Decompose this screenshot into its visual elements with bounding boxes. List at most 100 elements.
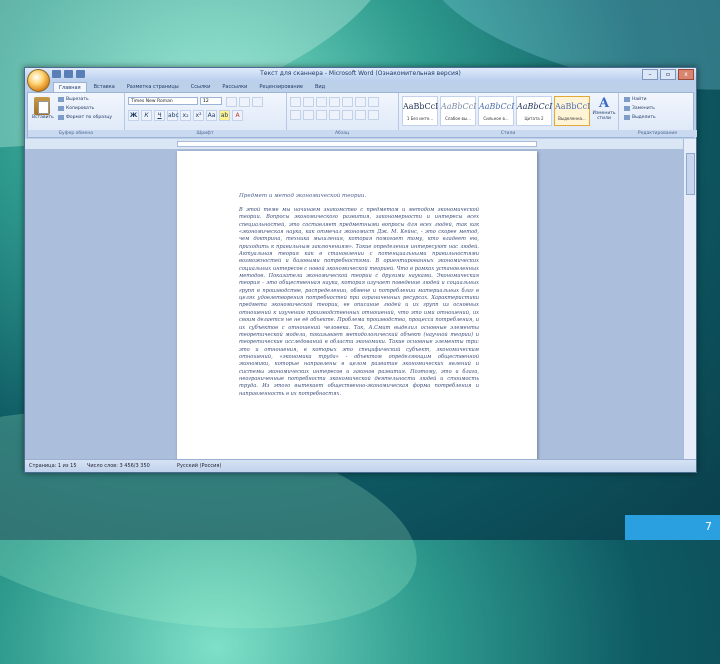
underline-button[interactable]: Ч <box>154 110 165 121</box>
style-intense-quote[interactable]: AaBbCcI Выделенна... <box>554 96 590 126</box>
replace-icon <box>624 106 630 111</box>
binoculars-icon <box>624 97 630 102</box>
cut-label: Вырезать <box>66 97 89 102</box>
editing-group: Найти Заменить Выделить Редактирование <box>618 93 697 137</box>
tab-view[interactable]: Вид <box>310 82 330 92</box>
format-painter-button[interactable]: Формат по образцу <box>58 115 112 120</box>
change-styles-icon: A <box>598 96 610 111</box>
font-size-buttons <box>226 97 263 107</box>
find-button[interactable]: Найти <box>624 97 647 102</box>
close-button[interactable]: x <box>678 69 694 80</box>
style-sample: AaBbCcI <box>479 102 515 111</box>
bold-button[interactable]: Ж <box>128 110 139 121</box>
italic-button[interactable]: К <box>141 110 152 121</box>
clipboard-group-label: Буфер обмена <box>28 130 124 137</box>
change-styles-label: Изменить стили <box>592 111 616 121</box>
list-buttons <box>290 97 379 107</box>
window-controls: – ▫ x <box>642 69 694 80</box>
brush-icon <box>58 115 64 120</box>
multilevel-list-icon[interactable] <box>316 97 327 107</box>
style-sample: AaBbCcI <box>517 102 553 111</box>
font-name-box[interactable]: Times New Roman <box>128 97 198 105</box>
style-no-spacing[interactable]: AaBbCcI 1 Без инте... <box>402 96 438 126</box>
superscript-button[interactable]: x² <box>193 110 204 121</box>
paste-icon <box>34 97 50 115</box>
tab-page-layout[interactable]: Разметка страницы <box>122 82 184 92</box>
highlight-button[interactable]: ab <box>219 110 230 121</box>
line-spacing-icon[interactable] <box>342 110 353 120</box>
paragraph-group-label: Абзац <box>286 130 398 137</box>
tab-references[interactable]: Ссылки <box>186 82 216 92</box>
ribbon-tabs: Главная Вставка Разметка страницы Ссылки… <box>53 82 330 93</box>
tab-mailings[interactable]: Рассылки <box>217 82 252 92</box>
word-count[interactable]: Число слов: 3 456/3 350 <box>87 463 150 469</box>
style-intense-emphasis[interactable]: AaBbCcI Сильное в... <box>478 96 514 126</box>
window-title: Текст для сканнера - Microsoft Word (Озн… <box>260 70 461 77</box>
find-label: Найти <box>632 97 647 102</box>
copy-button[interactable]: Копировать <box>58 106 94 111</box>
change-case-button[interactable]: Aa <box>206 110 217 121</box>
font-size-box[interactable]: 12 <box>200 97 222 105</box>
change-styles-button[interactable]: A Изменить стили <box>592 96 616 121</box>
style-sample: AaBbCcI <box>555 102 591 111</box>
shrink-font-icon[interactable] <box>239 97 250 107</box>
ruler-scale <box>177 141 537 147</box>
paragraph-group: Абзац <box>286 93 399 137</box>
bullets-icon[interactable] <box>290 97 301 107</box>
align-buttons <box>290 110 379 120</box>
style-name: Сильное в... <box>483 116 509 121</box>
grow-font-icon[interactable] <box>226 97 237 107</box>
document-page[interactable]: Предмет и метод экономической теории. В … <box>177 151 537 463</box>
justify-icon[interactable] <box>329 110 340 120</box>
slide-number: 7 <box>625 515 720 540</box>
style-subtle-emphasis[interactable]: AaBbCcI Слабое вы... <box>440 96 476 126</box>
scroll-thumb[interactable] <box>686 153 695 195</box>
font-color-button[interactable]: A <box>232 110 243 121</box>
select-label: Выделить <box>632 115 656 120</box>
scissors-icon <box>58 97 64 102</box>
copy-icon <box>58 106 64 111</box>
title-bar: Текст для сканнера - Microsoft Word (Озн… <box>25 68 696 81</box>
cut-button[interactable]: Вырезать <box>58 97 89 102</box>
font-group-label: Шрифт <box>124 130 286 137</box>
minimize-button[interactable]: – <box>642 69 658 80</box>
select-button[interactable]: Выделить <box>624 115 656 120</box>
subscript-button[interactable]: x₂ <box>180 110 191 121</box>
borders-icon[interactable] <box>368 110 379 120</box>
styles-group-label: Стили <box>398 130 618 137</box>
horizontal-ruler[interactable] <box>25 139 696 149</box>
style-sample: AaBbCcI <box>441 102 477 111</box>
copy-label: Копировать <box>66 106 95 111</box>
style-name: 1 Без инте... <box>406 116 434 121</box>
clipboard-group: Вставить Вырезать Копировать Формат по о… <box>28 93 125 137</box>
status-bar: Страница: 1 из 15 Число слов: 3 456/3 35… <box>25 459 696 472</box>
office-button[interactable] <box>27 69 50 92</box>
clear-format-icon[interactable] <box>252 97 263 107</box>
language[interactable]: Русский (Россия) <box>177 463 221 469</box>
format-painter-label: Формат по образцу <box>66 115 113 120</box>
shading-icon[interactable] <box>355 110 366 120</box>
style-name: Цитата 2 <box>524 116 544 121</box>
align-left-icon[interactable] <box>290 110 301 120</box>
maximize-button[interactable]: ▫ <box>660 69 676 80</box>
document-body[interactable]: В этой теме мы начинаем знакомство с пре… <box>239 207 479 398</box>
word-window: Текст для сканнера - Microsoft Word (Озн… <box>24 67 697 473</box>
align-center-icon[interactable] <box>303 110 314 120</box>
styles-group: AaBbCcI 1 Без инте... AaBbCcI Слабое вы.… <box>398 93 619 137</box>
numbering-icon[interactable] <box>303 97 314 107</box>
increase-indent-icon[interactable] <box>342 97 353 107</box>
tab-review[interactable]: Рецензирование <box>254 82 308 92</box>
decrease-indent-icon[interactable] <box>329 97 340 107</box>
vertical-scrollbar[interactable] <box>683 139 696 460</box>
sort-icon[interactable] <box>355 97 366 107</box>
paste-button[interactable]: Вставить <box>32 97 54 120</box>
strikethrough-button[interactable]: abc <box>167 110 179 121</box>
ribbon: Вставить Вырезать Копировать Формат по о… <box>27 92 697 138</box>
editing-group-label: Редактирование <box>618 130 697 137</box>
tab-insert[interactable]: Вставка <box>89 82 120 92</box>
show-marks-icon[interactable] <box>368 97 379 107</box>
align-right-icon[interactable] <box>316 110 327 120</box>
page-count[interactable]: Страница: 1 из 15 <box>29 463 77 469</box>
replace-button[interactable]: Заменить <box>624 106 655 111</box>
style-quote-2[interactable]: AaBbCcI Цитата 2 <box>516 96 552 126</box>
